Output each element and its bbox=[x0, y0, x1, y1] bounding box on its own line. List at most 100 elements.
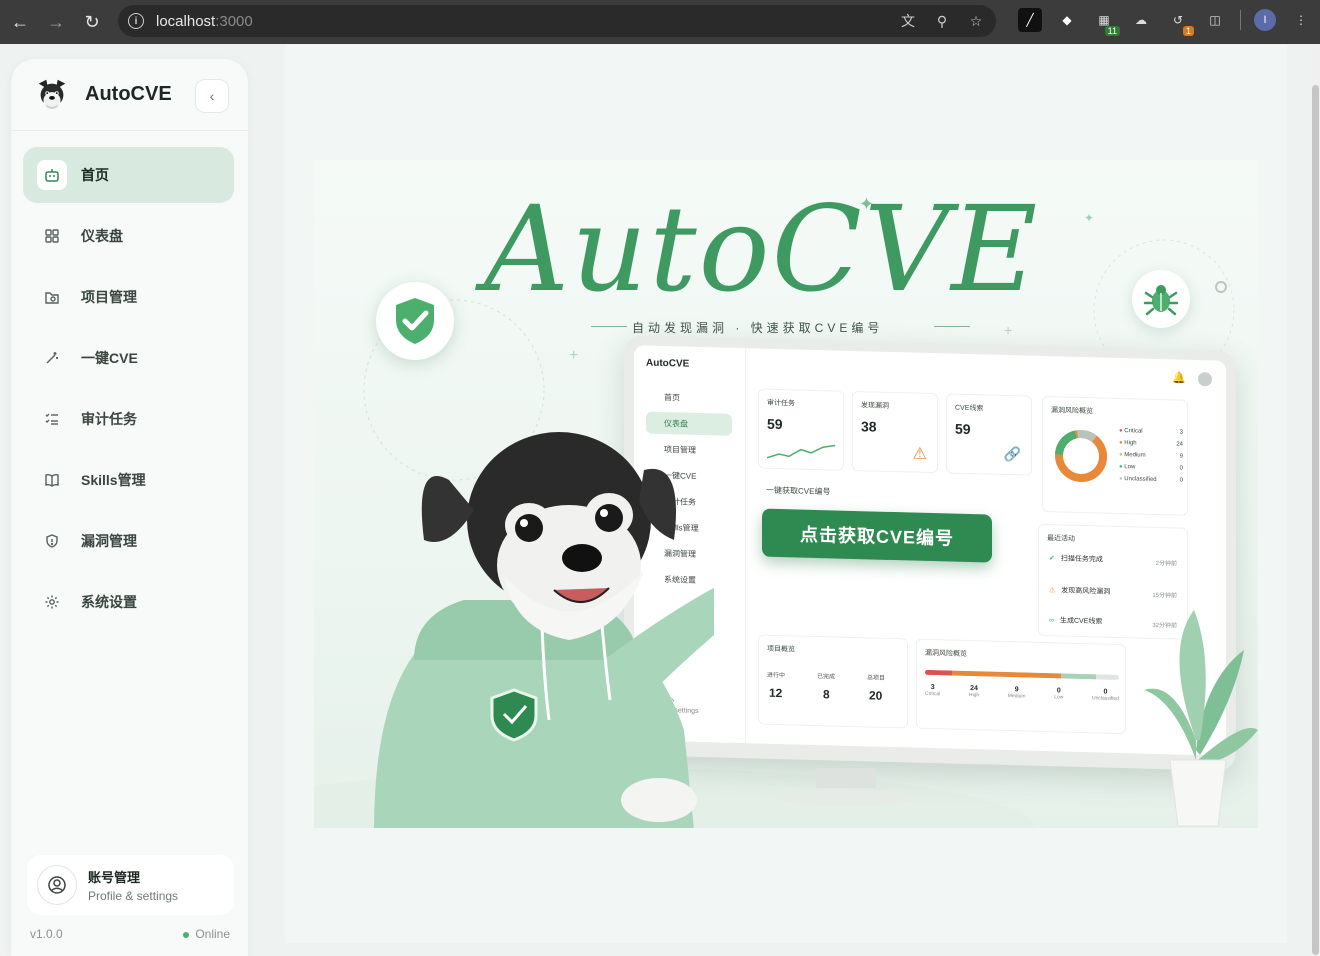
mock-activity-row: ✔ 扫描任务完成 bbox=[1049, 555, 1103, 564]
risk-donut-chart bbox=[1055, 429, 1107, 482]
mock-stat-value: 38 bbox=[861, 418, 877, 435]
reload-icon[interactable]: ↻ bbox=[74, 4, 110, 40]
schnauzer-logo-icon bbox=[38, 79, 66, 109]
sidebar-item-one-click-cve[interactable]: 一键CVE bbox=[23, 330, 234, 386]
mock-activity-row: ⚠ 发现高风险漏洞 bbox=[1049, 587, 1111, 596]
svg-text:+: + bbox=[1004, 322, 1012, 338]
site-info-icon[interactable]: i bbox=[128, 13, 144, 29]
mock-project-value: 20 bbox=[869, 688, 883, 703]
address-bar[interactable]: i localhost:3000 文 ⚲ ☆ bbox=[118, 5, 996, 37]
account-card[interactable]: 账号管理 Profile & settings bbox=[27, 855, 234, 915]
svg-text:+: + bbox=[569, 347, 578, 364]
home-robot-icon bbox=[37, 160, 67, 190]
mock-risk-bar-card: 漏洞风险概览 3 Critical 24 High 9 Medium 0 Low 0 Un… bbox=[916, 638, 1126, 735]
mock-stat-label: 发现漏洞 bbox=[861, 402, 889, 410]
zoom-icon[interactable]: ⚲ bbox=[932, 11, 952, 31]
sidebar-item-label: Skills管理 bbox=[81, 472, 146, 488]
mock-stat-card: 发现漏洞 38 ⚠ bbox=[852, 390, 938, 474]
sidebar-item-settings[interactable]: 系统设置 bbox=[23, 574, 234, 630]
risk-bar-values: 3 Critical 24 High 9 Medium 0 Low 0 Unclassif… bbox=[925, 684, 1119, 702]
risk-legend-item: ● Unclassified 0 bbox=[1119, 475, 1183, 484]
account-subtitle: Profile & settings bbox=[88, 889, 179, 903]
mock-activity-time: 2分钟前 bbox=[1155, 560, 1177, 568]
folder-icon bbox=[43, 288, 61, 306]
link-icon: ∞ bbox=[1049, 616, 1054, 624]
toolbar-separator bbox=[1240, 10, 1241, 30]
bookmark-star-icon[interactable]: ☆ bbox=[966, 11, 986, 31]
sidebar-menu: 首页 仪表盘 项目管理 一键CVE 审计任务 Skills管理 漏洞管理 系统设… bbox=[23, 147, 234, 635]
sidebar-item-home[interactable]: 首页 bbox=[23, 147, 234, 203]
extension-badge-1: 11 bbox=[1104, 26, 1120, 36]
sidebar-item-projects[interactable]: 项目管理 bbox=[23, 269, 234, 325]
sidebar-item-label: 审计任务 bbox=[81, 411, 137, 427]
profile-avatar[interactable]: I bbox=[1254, 9, 1276, 31]
warning-icon: ⚠ bbox=[1049, 587, 1056, 595]
menu-kebab-icon[interactable]: ⋮ bbox=[1289, 8, 1313, 32]
chevron-left-icon: ‹ bbox=[209, 88, 215, 104]
mock-brand: AutoCVE bbox=[646, 357, 690, 370]
extension-diamond-icon[interactable]: ◆ bbox=[1055, 8, 1079, 32]
mock-stat-card: CVE线索 59 🔗 bbox=[946, 393, 1032, 476]
url-host: localhost bbox=[156, 12, 216, 30]
sidebar-item-skills[interactable]: Skills管理 bbox=[23, 452, 234, 508]
mock-cta-title: 一键获取CVE编号 bbox=[766, 485, 831, 497]
mock-get-cve-button: 点击获取CVE编号 bbox=[762, 508, 992, 563]
mock-project-label: 总项目 bbox=[867, 675, 886, 682]
scrollbar-thumb[interactable] bbox=[1312, 85, 1319, 955]
bug-badge bbox=[1132, 270, 1190, 328]
magic-wand-icon bbox=[43, 349, 61, 367]
mock-project-label: 进行中 bbox=[767, 672, 786, 680]
extension-calendar-icon[interactable]: ▦ 11 bbox=[1092, 8, 1120, 36]
page-scrollbar[interactable] bbox=[1311, 45, 1320, 956]
mock-projects-title: 项目概览 bbox=[767, 645, 795, 654]
svg-text:✦: ✦ bbox=[1084, 211, 1094, 225]
sidebar-item-label: 一键CVE bbox=[81, 350, 138, 366]
main-content: + + ✦ ✦ AutoCVE 自动发现漏洞 · 快速获取CVE编号 AutoC… bbox=[285, 45, 1287, 943]
sidebar-item-vulnerabilities[interactable]: 漏洞管理 bbox=[23, 513, 234, 569]
sidebar-item-dashboard[interactable]: 仪表盘 bbox=[23, 208, 234, 264]
warning-icon: ⚠ bbox=[912, 445, 927, 463]
gear-icon bbox=[43, 593, 61, 611]
mock-project-label: 已完成 bbox=[817, 674, 836, 681]
book-icon bbox=[43, 471, 61, 489]
sidebar-item-audit-tasks[interactable]: 审计任务 bbox=[23, 391, 234, 447]
user-circle-icon bbox=[37, 865, 77, 905]
mock-stat-value: 59 bbox=[767, 415, 783, 433]
sparkline-icon bbox=[767, 444, 836, 459]
dashboard-grid-icon bbox=[43, 227, 61, 245]
link-icon: 🔗 bbox=[1003, 445, 1021, 463]
potted-plant-illustration bbox=[1144, 610, 1258, 827]
shield-check-badge bbox=[376, 282, 454, 360]
hero-title: AutoCVE bbox=[484, 180, 1040, 318]
bug-icon bbox=[1143, 285, 1179, 316]
mock-risk-title: 漏洞风险概览 bbox=[1051, 407, 1093, 416]
collapse-sidebar-button[interactable]: ‹ bbox=[195, 79, 229, 113]
account-title: 账号管理 bbox=[88, 870, 141, 885]
extension-cloud-icon[interactable]: ☁ bbox=[1129, 8, 1153, 32]
bell-icon: 🔔 bbox=[1172, 372, 1186, 385]
translate-icon[interactable]: 文 bbox=[898, 11, 918, 31]
hero-banner-image: + + ✦ ✦ AutoCVE 自动发现漏洞 · 快速获取CVE编号 AutoC… bbox=[314, 160, 1258, 828]
mock-risk-card: 漏洞风险概览 ● Critical 3 ● High 24 ● Medium 9… bbox=[1042, 395, 1188, 516]
risk-legend: ● Critical 3 ● High 24 ● Medium 9 ● Low … bbox=[1119, 425, 1183, 487]
url-port: :3000 bbox=[215, 12, 253, 30]
extension-chart-icon[interactable]: ╱ bbox=[1018, 8, 1042, 32]
forward-icon[interactable]: → bbox=[38, 4, 74, 40]
schnauzer-mascot-illustration bbox=[374, 432, 714, 828]
mock-projects-card: 项目概览 进行中 12 已完成 8 总项目 20 bbox=[758, 634, 908, 729]
version-label: v1.0.0 bbox=[30, 927, 63, 941]
mock-stat-label: 审计任务 bbox=[767, 399, 795, 408]
sidebar: AutoCVE ‹ 首页 仪表盘 项目管理 一键CVE 审计任务 Skills管… bbox=[11, 59, 248, 956]
extension-refresh-icon[interactable]: ↺ 1 bbox=[1166, 8, 1194, 36]
mock-activity-title: 最近活动 bbox=[1047, 535, 1075, 543]
mock-avatar bbox=[1198, 372, 1212, 387]
sidebar-item-label: 漏洞管理 bbox=[81, 533, 137, 549]
shield-icon bbox=[43, 532, 61, 550]
shield-check-icon bbox=[396, 298, 434, 344]
sidebar-item-label: 项目管理 bbox=[81, 289, 137, 305]
mock-stat-value: 59 bbox=[955, 420, 971, 438]
back-icon[interactable]: ← bbox=[2, 4, 38, 40]
status-indicator: Online bbox=[183, 927, 230, 941]
monitor-stand bbox=[776, 768, 916, 806]
extensions-puzzle-icon[interactable]: ◫ bbox=[1203, 8, 1227, 32]
